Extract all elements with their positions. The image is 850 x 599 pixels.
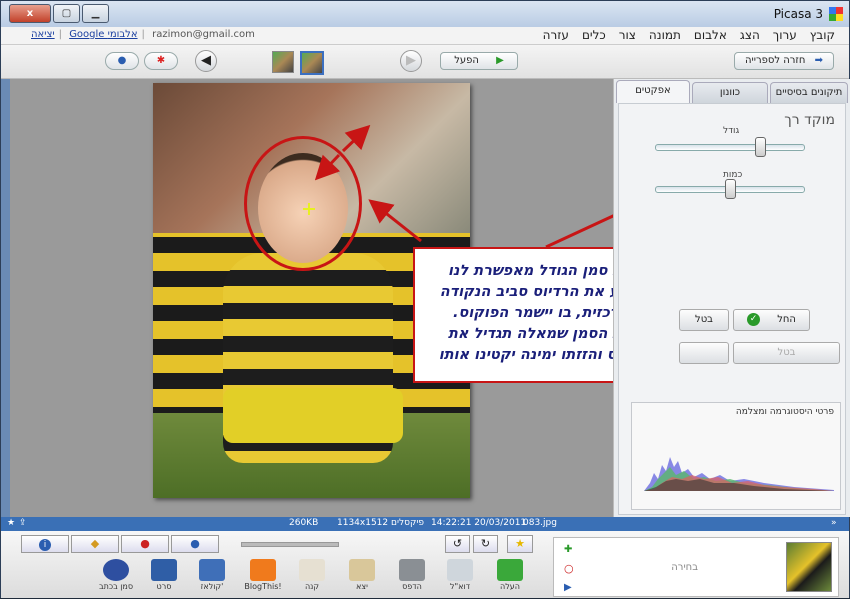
photo-tray: ✚ ○ ▶ בחירה (553, 537, 839, 597)
status-filename: 083.jpg (523, 518, 557, 528)
tray-add-icon[interactable]: ▶ (564, 582, 572, 593)
location-icon: ● (140, 537, 150, 550)
zoom-slider[interactable] (241, 542, 339, 547)
status-filesize: 260KB (289, 518, 319, 528)
folder-icon (349, 559, 375, 581)
tray-pin-icon[interactable]: ✚ (564, 544, 572, 555)
effects-body: מוקד רך גודל כמות ✓ החל בטל בטל פרטי היס… (618, 103, 846, 515)
star-button[interactable]: ★ (507, 535, 533, 553)
tool-export[interactable]: יצא (341, 559, 383, 591)
tag-icon: ◆ (90, 537, 100, 550)
tool-collage-label: קולאז' (200, 582, 224, 591)
tags-button[interactable]: ◆ (71, 535, 119, 553)
tool-upload[interactable]: העלה (489, 559, 531, 591)
redo-button[interactable] (679, 342, 729, 364)
tool-movie[interactable]: סרט (143, 559, 185, 591)
person-icon: ● (190, 537, 200, 550)
tray-thumbnail[interactable] (786, 542, 832, 592)
size-slider[interactable] (655, 144, 805, 151)
upload-icon (497, 559, 523, 581)
arrow-inward (314, 153, 341, 181)
apply-label: החל (777, 314, 796, 325)
blogger-icon (250, 559, 276, 581)
rotate-left-button[interactable]: ↺ (445, 535, 470, 553)
star-status-icon: ★ (7, 518, 16, 528)
tool-blogthis-label: BlogThis! (244, 582, 282, 591)
size-label: גודל (723, 126, 740, 136)
cancel-label: בטל (695, 314, 713, 325)
tab-tuning[interactable]: כוונון (692, 82, 768, 103)
tool-shop-label: קנה (304, 582, 320, 591)
histogram-chart (644, 457, 834, 491)
bottom-bar: i ◆ ● ● ↺ ↻ ★ העלה דוא"ל הדפס יצא קנה Bl… (1, 531, 849, 598)
tool-movie-label: סרט (156, 582, 172, 591)
expand-icon[interactable]: » (831, 518, 837, 528)
places-button[interactable]: ● (121, 535, 169, 553)
undo-button[interactable]: בטל (733, 342, 840, 364)
histogram-box: פרטי היסטוגרמה ומצלמה (631, 402, 841, 510)
tool-print-label: הדפס (402, 582, 422, 591)
tool-email[interactable]: דוא"ל (439, 559, 481, 591)
rotate-left-icon: ↺ (452, 537, 463, 550)
cancel-button[interactable]: בטל (679, 309, 729, 331)
printer-icon (399, 559, 425, 581)
tool-upload-label: העלה (499, 582, 520, 591)
tool-shop[interactable]: קנה (291, 559, 333, 591)
tab-basic-fixes[interactable]: תיקונים בסיסיים (770, 82, 848, 103)
rotate-right-button[interactable]: ↻ (473, 535, 498, 553)
collage-icon (199, 559, 225, 581)
status-bar: ★ ⇪ 260KB 1134x1512 פיקסלים 14:22:21 20/… (1, 517, 849, 531)
star-icon: ★ (515, 537, 525, 550)
tool-print[interactable]: הדפס (391, 559, 433, 591)
shop-icon (299, 559, 325, 581)
tool-blogthis[interactable]: BlogThis! (242, 559, 284, 591)
status-dimensions: 1134x1512 פיקסלים (337, 518, 424, 528)
status-datetime: 14:22:21 20/03/2011 (431, 518, 527, 528)
tool-export-label: יצא (356, 582, 368, 591)
tool-email-label: דוא"ל (449, 582, 471, 591)
amount-slider-knob[interactable] (725, 179, 736, 199)
film-icon (151, 559, 177, 581)
picasa-window: x ▢ ▁ Picasa 3 יציאה | Google אלבומי | raz… (0, 0, 850, 598)
check-icon: ✓ (747, 312, 761, 326)
tab-effects[interactable]: אפקטים (616, 80, 690, 103)
google-earth-icon (103, 559, 129, 581)
histogram-title: פרטי היסטוגרמה ומצלמה (735, 407, 834, 417)
tool-geotag[interactable]: סמן בכתב (95, 559, 137, 591)
tool-collage[interactable]: קולאז' (191, 559, 233, 591)
info-icon: i (39, 539, 51, 551)
apply-button[interactable]: ✓ החל (733, 309, 810, 331)
arrow-to-ring (368, 199, 422, 243)
tray-label: בחירה (671, 562, 698, 573)
tool-geotag-label: סמן בכתב (98, 582, 134, 591)
email-icon (447, 559, 473, 581)
rotate-right-icon: ↻ (480, 537, 491, 550)
upload-status-icon: ⇪ (19, 518, 27, 528)
effect-title: מוקד רך (784, 112, 835, 128)
undo-label: בטל (777, 347, 796, 358)
size-slider-knob[interactable] (754, 137, 766, 157)
edit-panel: תיקונים בסיסיים כוונון אפקטים מוקד רך גו… (613, 79, 850, 517)
tray-clear-icon[interactable]: ○ (564, 562, 574, 575)
people-button[interactable]: ● (171, 535, 219, 553)
info-button[interactable]: i (21, 535, 69, 553)
edit-tabs: תיקונים בסיסיים כוונון אפקטים (614, 79, 850, 103)
arrow-outward (341, 124, 371, 153)
